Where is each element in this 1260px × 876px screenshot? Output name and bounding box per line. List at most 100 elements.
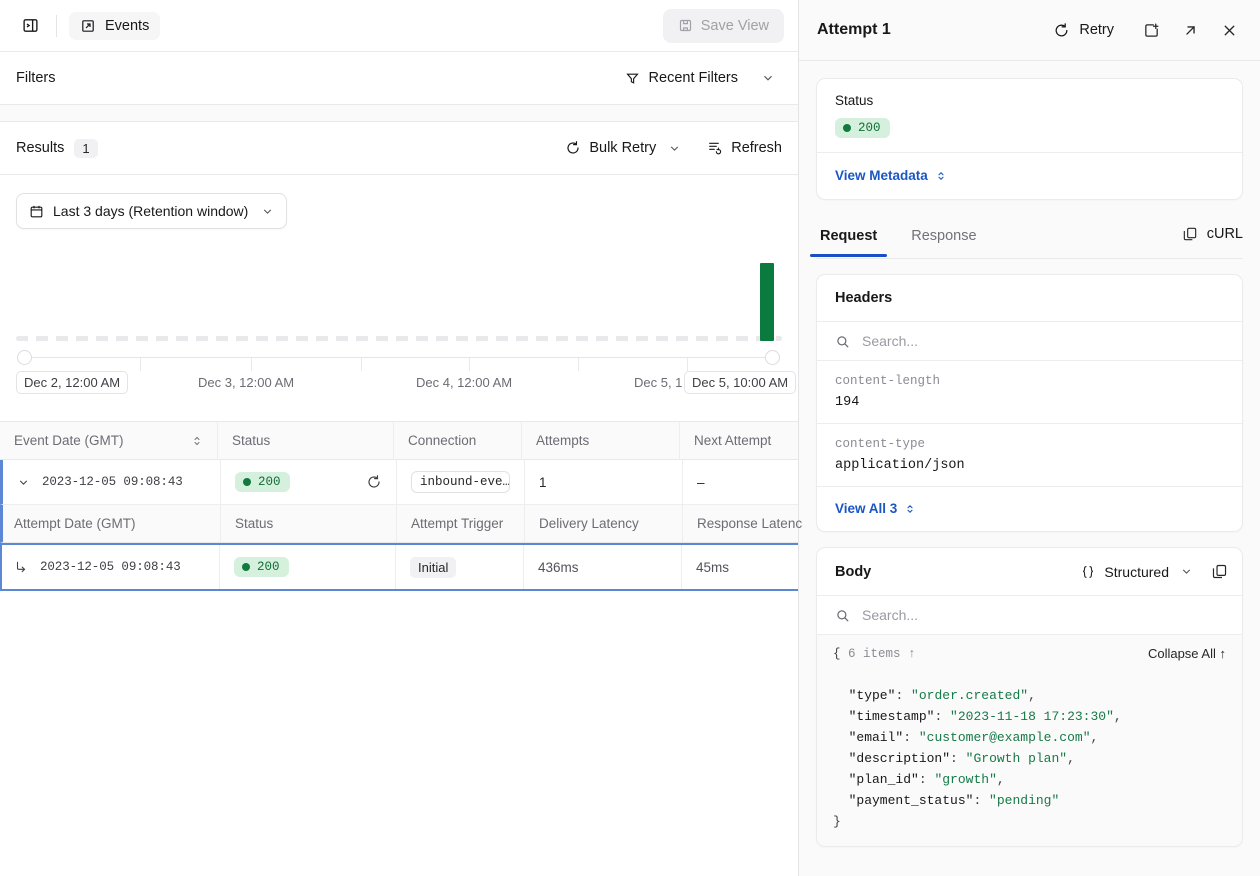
axis-tick xyxy=(251,358,252,371)
tab-request[interactable]: Request xyxy=(809,228,888,257)
axis-label-tick-2: Dec 3, 12:00 AM xyxy=(198,375,295,390)
view-all-headers-link[interactable]: View All 3 xyxy=(835,501,916,516)
status-card-label: Status xyxy=(835,93,874,108)
view-all-label: View All 3 xyxy=(835,501,898,516)
json-line: "type": "order.created", xyxy=(833,688,1036,703)
arrow-up-right-icon[interactable] xyxy=(1175,15,1205,45)
cell-event-next-attempt: – xyxy=(682,460,802,504)
body-search-input[interactable] xyxy=(862,607,1224,623)
slider-handle-end[interactable] xyxy=(765,350,780,365)
copy-icon xyxy=(1182,226,1198,242)
close-icon[interactable] xyxy=(1214,15,1244,45)
body-search-row[interactable] xyxy=(817,596,1242,635)
retry-button[interactable]: Retry xyxy=(1053,22,1114,39)
json-collapse-caret[interactable]: ↑ xyxy=(908,647,916,661)
col-header-label: Event Date (GMT) xyxy=(14,433,124,448)
body-card-head: Body Structured xyxy=(817,548,1242,596)
json-line: "timestamp": "2023-11-18 17:23:30", xyxy=(833,709,1122,724)
col-header-event-date[interactable]: Event Date (GMT) xyxy=(0,422,217,459)
cell-attempt-trigger: Initial xyxy=(395,545,523,589)
filters-bar: Filters Recent Filters xyxy=(0,52,798,105)
cell-attempt-date: 2023-12-05 09:08:43 xyxy=(2,545,219,589)
chevron-down-icon[interactable] xyxy=(17,476,30,489)
tab-response[interactable]: Response xyxy=(907,228,980,256)
tab-events[interactable]: Events xyxy=(69,11,161,40)
open-new-panel-icon[interactable] xyxy=(1136,15,1166,45)
axis-label-tick-4-truncated: Dec 5, 1 xyxy=(634,375,683,390)
col-header-connection[interactable]: Connection xyxy=(393,422,521,459)
refresh-button[interactable]: Refresh xyxy=(707,140,782,156)
status-dot-icon xyxy=(843,124,851,132)
sidebar-toggle-icon[interactable] xyxy=(16,12,44,40)
header-key: content-type xyxy=(835,437,926,451)
collapse-all-button[interactable]: Collapse All ↑ xyxy=(1148,646,1226,661)
headers-card: Headers content-length 194 content-type xyxy=(816,274,1243,532)
recent-filters-label: Recent Filters xyxy=(648,70,738,86)
body-format-selector[interactable]: Structured xyxy=(1080,564,1193,580)
refresh-list-icon xyxy=(707,140,723,156)
axis-label-tick-3: Dec 4, 12:00 AM xyxy=(416,375,513,390)
json-root-summary[interactable]: { 6 items ↑ xyxy=(833,647,916,661)
json-items-count: 6 items xyxy=(848,646,901,661)
headers-search-row[interactable] xyxy=(817,322,1242,361)
status-badge: 200 xyxy=(235,472,290,492)
json-key: type xyxy=(856,688,888,703)
status-value: 200 xyxy=(258,475,281,489)
json-line: "payment_status": "pending" xyxy=(833,793,1060,808)
copy-body-icon[interactable] xyxy=(1211,563,1228,580)
sort-updown-icon[interactable] xyxy=(191,435,203,447)
cell-event-status: 200 xyxy=(220,460,396,504)
time-range-slider[interactable] xyxy=(16,347,782,375)
chevron-down-icon[interactable] xyxy=(754,64,782,92)
curly-braces-icon xyxy=(1080,564,1096,580)
header-row: content-length 194 xyxy=(817,361,1242,423)
axis-label-range-end: Dec 5, 10:00 AM xyxy=(684,371,797,394)
top-bar: Events Save View xyxy=(0,0,798,52)
calendar-icon xyxy=(29,204,44,219)
slider-handle-start[interactable] xyxy=(17,350,32,365)
json-value: Growth plan xyxy=(973,751,1060,766)
headers-card-head: Headers xyxy=(817,275,1242,322)
status-section: Status 200 xyxy=(817,79,1242,152)
json-value: 2023-11-18 17:23:30 xyxy=(957,709,1107,724)
json-value: order.created xyxy=(918,688,1021,703)
curl-label: cURL xyxy=(1206,225,1243,242)
col-header-attempts[interactable]: Attempts xyxy=(521,422,679,459)
chevron-down-icon[interactable] xyxy=(668,142,681,155)
col-header-attempt-trigger: Attempt Trigger xyxy=(396,505,524,542)
status-badge: 200 xyxy=(835,118,890,138)
header-key: content-length xyxy=(835,374,941,388)
json-value: growth xyxy=(942,772,990,787)
curl-button[interactable]: cURL xyxy=(1182,226,1243,249)
recent-filters-button[interactable]: Recent Filters xyxy=(625,70,738,86)
date-range-selector[interactable]: Last 3 days (Retention window) xyxy=(16,193,288,229)
col-header-status[interactable]: Status xyxy=(217,422,393,459)
json-value: customer@example.com xyxy=(926,730,1083,745)
attempt-panel-body: Status 200 View Metadata Request Respons… xyxy=(799,61,1260,876)
save-view-button[interactable]: Save View xyxy=(662,8,784,43)
connection-chip[interactable]: inbound-eve… xyxy=(411,471,510,493)
header-row: content-type application/json xyxy=(817,423,1242,486)
cell-event-date[interactable]: 2023-12-05 09:08:43 xyxy=(3,460,220,504)
filters-label: Filters xyxy=(16,70,56,86)
json-lines: "type": "order.created", "timestamp": "2… xyxy=(833,664,1226,832)
filters-empty-strip xyxy=(0,105,798,122)
bulk-retry-button[interactable]: Bulk Retry xyxy=(565,140,681,156)
histogram-bar[interactable] xyxy=(760,263,774,341)
trigger-badge: Initial xyxy=(410,556,457,578)
json-key: payment_status xyxy=(856,793,966,808)
row-retry-icon[interactable] xyxy=(366,474,382,490)
json-value: pending xyxy=(996,793,1052,808)
request-response-tabs: Request Response cURL xyxy=(809,216,1243,259)
table-row-event[interactable]: 2023-12-05 09:08:43 200 inbound-eve… 1 – xyxy=(0,460,798,505)
table-row-attempt[interactable]: 2023-12-05 09:08:43 200 Initial 436ms 45… xyxy=(0,543,798,591)
view-metadata-link[interactable]: View Metadata xyxy=(835,168,947,183)
col-header-next-attempt[interactable]: Next Attempt xyxy=(679,422,799,459)
headers-search-input[interactable] xyxy=(862,333,1224,349)
timeline-axis-labels: Dec 2, 12:00 AM Dec 3, 12:00 AM Dec 4, 1… xyxy=(16,371,797,401)
status-badge: 200 xyxy=(234,557,289,577)
metadata-section: View Metadata xyxy=(817,152,1242,199)
body-card: Body Structured Search... {6 items ↑ Co… xyxy=(816,547,1243,847)
funnel-icon xyxy=(625,71,640,86)
body-format-label: Structured xyxy=(1104,563,1169,580)
